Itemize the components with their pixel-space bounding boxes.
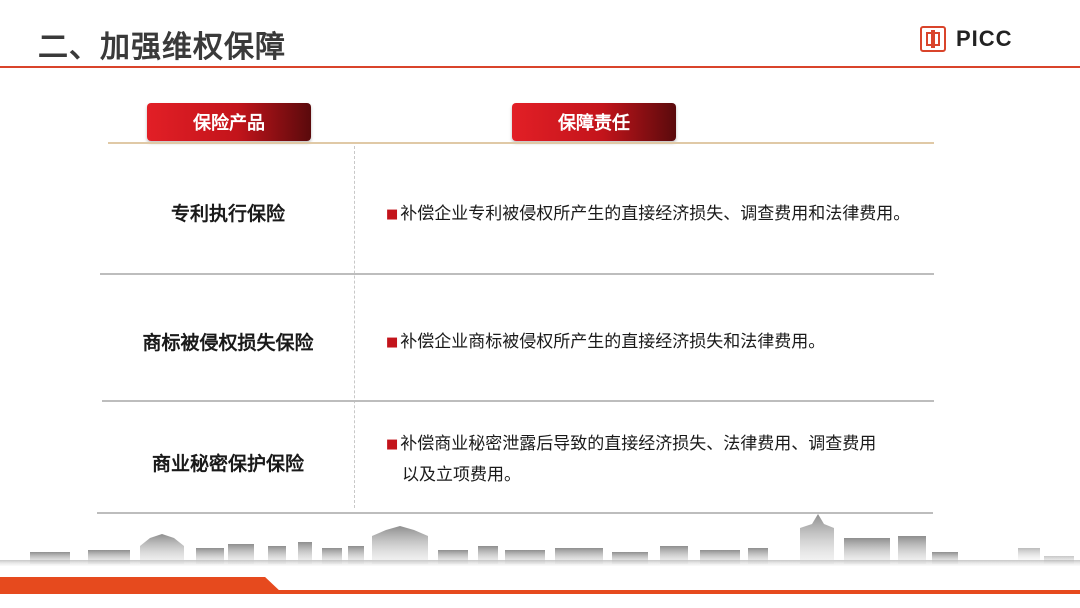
header-divider [108, 142, 934, 144]
title-divider [0, 66, 1080, 68]
bullet-square-icon: ■ [386, 207, 399, 222]
footer-line [0, 590, 1080, 594]
column-header-duty: 保障责任 [512, 103, 676, 141]
picc-emblem-icon [920, 26, 946, 52]
duty-text: ■ 补偿企业商标被侵权所产生的直接经济损失和法律费用。 [386, 327, 946, 358]
duty-line: 以及立项费用。 [402, 465, 521, 485]
bullet-square-icon: ■ [386, 437, 399, 452]
duty-line: 补偿企业商标被侵权所产生的直接经济损失和法律费用。 [400, 332, 826, 352]
duty-text: ■ 补偿企业专利被侵权所产生的直接经济损失、调查费用和法律费用。 [386, 199, 946, 230]
city-skyline-graphic [0, 514, 1080, 566]
row-divider [100, 273, 934, 275]
product-name: 专利执行保险 [170, 203, 285, 225]
picc-logo: PICC [920, 24, 1013, 54]
product-name: 商标被侵权损失保险 [142, 332, 314, 354]
product-name: 商业秘密保护保险 [151, 453, 304, 475]
column-header-product: 保险产品 [147, 103, 311, 141]
logo-text: PICC [956, 26, 1013, 51]
duty-text: ■ 补偿商业秘密泄露后导致的直接经济损失、法律费用、调查费用 以及立项费用。 [386, 429, 946, 490]
duty-line: 补偿商业秘密泄露后导致的直接经济损失、法律费用、调查费用 [400, 434, 877, 454]
duty-line: 补偿企业专利被侵权所产生的直接经济损失、调查费用和法律费用。 [400, 204, 911, 224]
slide: 二、加强维权保障 PICC 保险产品 保障责任 专利执行保险 ■ 补偿企业专利被侵… [0, 0, 1080, 608]
bullet-square-icon: ■ [386, 335, 399, 350]
row-divider [102, 400, 934, 402]
page-title: 二、加强维权保障 [38, 30, 286, 65]
